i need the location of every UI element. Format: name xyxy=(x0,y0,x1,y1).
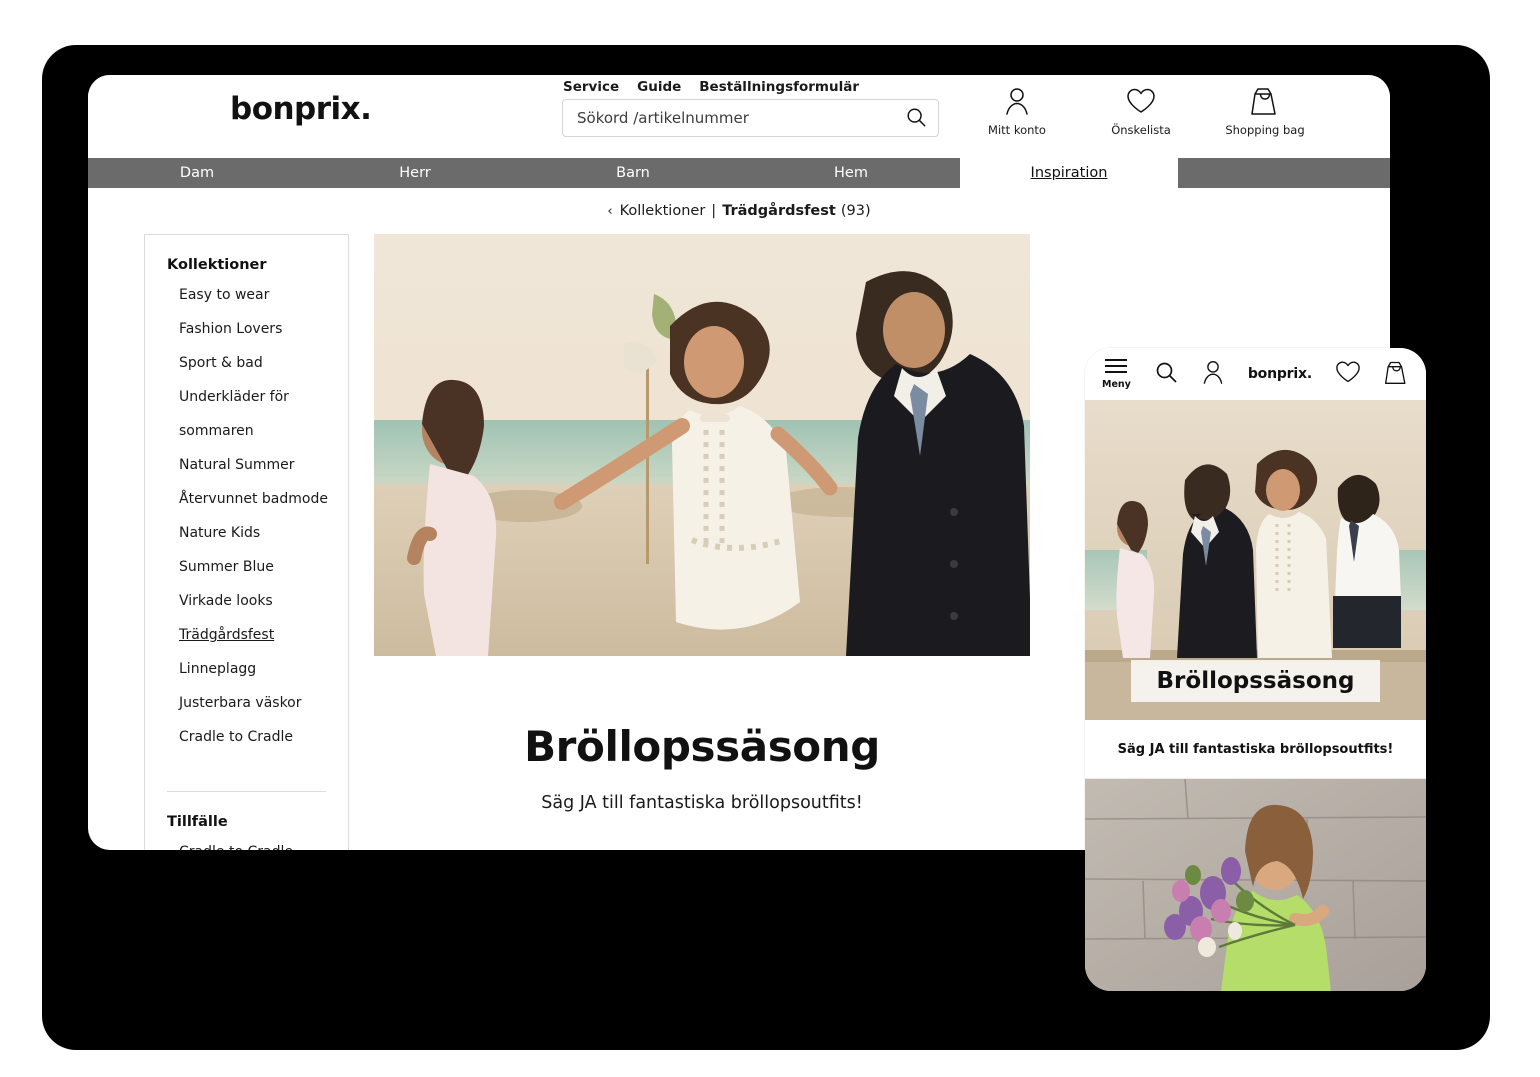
account-label: Mitt konto xyxy=(988,123,1046,137)
nav-item-herr[interactable]: Herr xyxy=(306,158,524,188)
sidebar-item-justerbara-vaskor[interactable]: Justerbara väskor xyxy=(145,695,348,729)
sidebar-item-natural-summer[interactable]: Natural Summer xyxy=(145,457,348,491)
sidebar-item-nature-kids[interactable]: Nature Kids xyxy=(145,525,348,559)
search-icon xyxy=(905,106,927,131)
sidebar-item-tradgardsfest[interactable]: Trädgårdsfest xyxy=(145,627,348,661)
page-subtitle: Säg JA till fantastiska bröllopsoutfits! xyxy=(541,793,863,813)
mobile-device-preview: Meny bonprix. Bröllopssäsong Säg JA till… xyxy=(1085,348,1426,991)
user-icon xyxy=(1201,359,1225,389)
bonprix-logo[interactable]: bonprix. xyxy=(230,91,372,127)
mobile-account-button[interactable] xyxy=(1201,359,1225,389)
mobile-hero-image-wedding-group[interactable]: Bröllopssäsong xyxy=(1085,400,1426,720)
nav-item-barn[interactable]: Barn xyxy=(524,158,742,188)
sidebar-item-sommaren[interactable]: sommaren xyxy=(145,423,348,457)
mobile-secondary-image-flowers[interactable] xyxy=(1085,779,1426,991)
shopping-bag-icon xyxy=(1384,359,1409,390)
breadcrumb-current: Trädgårdsfest xyxy=(722,203,836,219)
nav-item-dam[interactable]: Dam xyxy=(88,158,306,188)
sidebar-item-linneplagg[interactable]: Linneplagg xyxy=(145,661,348,695)
sidebar-item-sport-bad[interactable]: Sport & bad xyxy=(145,355,348,389)
mobile-wishlist-button[interactable] xyxy=(1335,360,1361,388)
utility-link-bestallningsformular[interactable]: Beställningsformulär xyxy=(699,79,859,95)
wishlist-label: Önskelista xyxy=(1111,123,1171,137)
sidebar-divider xyxy=(167,791,326,792)
mobile-secondary-illustration xyxy=(1085,779,1426,991)
sidebar-item-easy-to-wear[interactable]: Easy to wear xyxy=(145,287,348,321)
shopping-bag-icon xyxy=(1250,85,1280,117)
shopping-bag-label: Shopping bag xyxy=(1225,123,1305,137)
mobile-subtitle: Säg JA till fantastiska bröllopsoutfits! xyxy=(1085,720,1426,779)
sidebar-item-underklader-for[interactable]: Underkläder för xyxy=(145,389,348,423)
utility-link-service[interactable]: Service xyxy=(563,79,619,95)
sidebar-item-virkade-looks[interactable]: Virkade looks xyxy=(145,593,348,627)
mobile-menu-button[interactable]: Meny xyxy=(1102,358,1131,390)
sidebar-item-summer-blue[interactable]: Summer Blue xyxy=(145,559,348,593)
search-submit-button[interactable] xyxy=(894,100,938,136)
utility-links: Service Guide Beställningsformulär xyxy=(563,79,859,95)
category-sidebar: Kollektioner Easy to wear Fashion Lovers… xyxy=(144,234,349,850)
header-actions: Mitt konto Önskelista Shopping bag xyxy=(978,85,1305,137)
hamburger-icon xyxy=(1104,358,1128,378)
breadcrumb: ‹ Kollektioner | Trädgårdsfest (93) xyxy=(88,188,1390,234)
breadcrumb-count: (93) xyxy=(840,203,871,219)
nav-item-hem[interactable]: Hem xyxy=(742,158,960,188)
mobile-menu-label: Meny xyxy=(1102,379,1131,390)
account-button[interactable]: Mitt konto xyxy=(978,85,1056,137)
nav-spacer xyxy=(1178,158,1390,188)
sidebar-group-title-kollektioner: Kollektioner xyxy=(167,257,267,273)
mobile-search-button[interactable] xyxy=(1154,360,1178,388)
sidebar-item-fashion-lovers[interactable]: Fashion Lovers xyxy=(145,321,348,355)
hero-illustration xyxy=(374,234,1030,656)
heart-icon xyxy=(1126,85,1156,117)
chevron-left-icon[interactable]: ‹ xyxy=(607,204,612,219)
desktop-header: bonprix. Service Guide Beställningsformu… xyxy=(88,75,1390,158)
breadcrumb-parent[interactable]: Kollektioner xyxy=(620,203,706,219)
hero-image-wedding-beach[interactable] xyxy=(374,234,1030,656)
mobile-header: Meny bonprix. xyxy=(1085,348,1426,400)
wishlist-button[interactable]: Önskelista xyxy=(1102,85,1180,137)
main-navigation: Dam Herr Barn Hem Inspiration xyxy=(88,158,1390,188)
search-input[interactable] xyxy=(563,108,894,128)
user-icon xyxy=(1003,85,1031,117)
nav-item-inspiration[interactable]: Inspiration xyxy=(960,158,1178,188)
breadcrumb-separator: | xyxy=(711,203,717,219)
heart-icon xyxy=(1335,360,1361,388)
mobile-shopping-bag-button[interactable] xyxy=(1384,359,1409,390)
sidebar-item-atervunnet-badmode[interactable]: Återvunnet badmode xyxy=(145,491,348,525)
shopping-bag-button[interactable]: Shopping bag xyxy=(1225,85,1305,137)
search-icon xyxy=(1154,360,1178,388)
sidebar-item-tillfalle-cradle-to-cradle[interactable]: Cradle to Cradle xyxy=(145,844,348,850)
utility-link-guide[interactable]: Guide xyxy=(637,79,681,95)
sidebar-group-title-tillfalle: Tillfälle xyxy=(167,814,228,830)
search-bar[interactable] xyxy=(562,99,939,137)
sidebar-item-cradle-to-cradle[interactable]: Cradle to Cradle xyxy=(145,729,348,763)
mobile-bonprix-logo[interactable]: bonprix. xyxy=(1248,366,1312,382)
page-title: Bröllopssäsong xyxy=(524,722,880,771)
mobile-hero-title-badge: Bröllopssäsong xyxy=(1130,660,1381,702)
